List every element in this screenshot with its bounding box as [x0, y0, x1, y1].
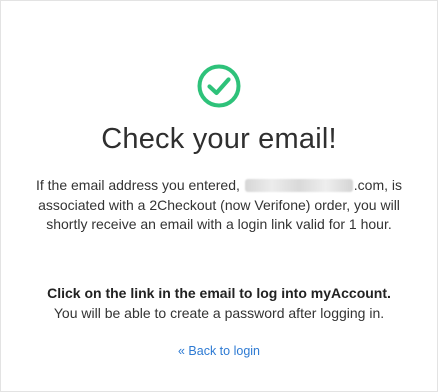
- confirmation-message: If the email address you entered, .com, …: [21, 176, 417, 235]
- instruction-emphasis: Click on the link in the email to log in…: [47, 285, 391, 301]
- check-circle-icon: [197, 64, 241, 108]
- redacted-email: [244, 179, 353, 192]
- page-title: Check your email!: [101, 123, 337, 155]
- login-instructions: Click on the link in the email to log in…: [11, 284, 427, 323]
- email-domain-suffix: .com,: [353, 177, 389, 193]
- confirmation-panel: Check your email! If the email address y…: [0, 0, 438, 392]
- message-lead: If the email address you entered,: [35, 177, 244, 193]
- success-indicator: [1, 63, 437, 109]
- back-to-login-link[interactable]: « Back to login: [1, 344, 437, 358]
- instruction-note: You will be able to create a password af…: [53, 304, 385, 321]
